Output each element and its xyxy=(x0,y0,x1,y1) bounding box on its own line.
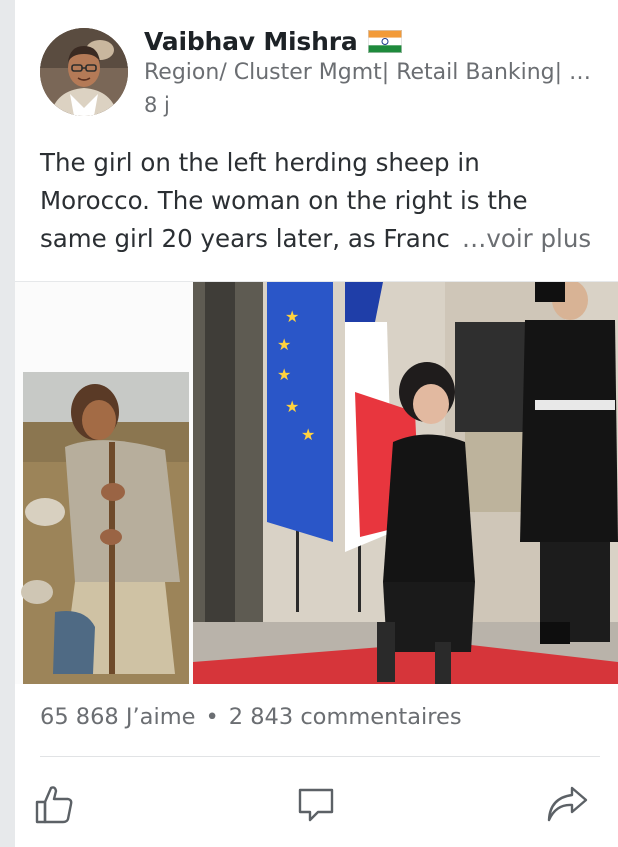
post-text-line: The girl on the left herding sheep in xyxy=(40,148,480,177)
author-name-row: Vaibhav Mishra xyxy=(144,24,402,58)
social-counts[interactable]: 65 868 J’aime • 2 843 commentaires xyxy=(40,704,462,730)
post-text-line: Morocco. The woman on the right is the xyxy=(40,186,528,215)
post-text-line-content: same girl 20 years later, as Franc xyxy=(40,224,450,253)
svg-text:★: ★ xyxy=(277,335,291,354)
post-body: The girl on the left herding sheep in Mo… xyxy=(40,144,600,258)
post-timestamp: 8 j xyxy=(144,93,170,117)
feed-screen: Vaibhav Mishra Region/ Cluster Mgmt| Ret… xyxy=(0,0,618,847)
post-text-line: same girl 20 years later, as Franc …voir … xyxy=(40,220,600,258)
author-name[interactable]: Vaibhav Mishra xyxy=(144,27,358,56)
feed-gutter xyxy=(0,0,15,847)
likes-count[interactable]: 65 868 J’aime xyxy=(40,704,195,730)
comment-button[interactable] xyxy=(286,776,346,836)
like-button[interactable] xyxy=(25,776,85,836)
divider xyxy=(40,756,600,757)
svg-text:★: ★ xyxy=(301,425,315,444)
india-flag-icon xyxy=(367,29,402,53)
comment-icon xyxy=(294,782,338,830)
thumbs-up-icon xyxy=(33,782,77,830)
counts-separator: • xyxy=(205,704,219,730)
svg-text:★: ★ xyxy=(285,397,299,416)
share-button[interactable] xyxy=(537,776,597,836)
post-image[interactable]: ★ ★ ★ ★ ★ xyxy=(15,282,618,684)
post-actions xyxy=(15,776,618,836)
see-more-link[interactable]: …voir plus xyxy=(462,224,591,253)
svg-text:★: ★ xyxy=(277,365,291,384)
left-photo xyxy=(21,372,189,684)
right-photo: ★ ★ ★ ★ ★ xyxy=(193,282,618,684)
svg-text:★: ★ xyxy=(285,307,299,326)
share-icon xyxy=(544,782,590,830)
author-headline: Region/ Cluster Mgmt| Retail Banking| B… xyxy=(144,60,602,85)
post-card: Vaibhav Mishra Region/ Cluster Mgmt| Ret… xyxy=(15,0,618,847)
author-avatar[interactable] xyxy=(40,28,128,116)
comments-count[interactable]: 2 843 commentaires xyxy=(229,704,462,730)
